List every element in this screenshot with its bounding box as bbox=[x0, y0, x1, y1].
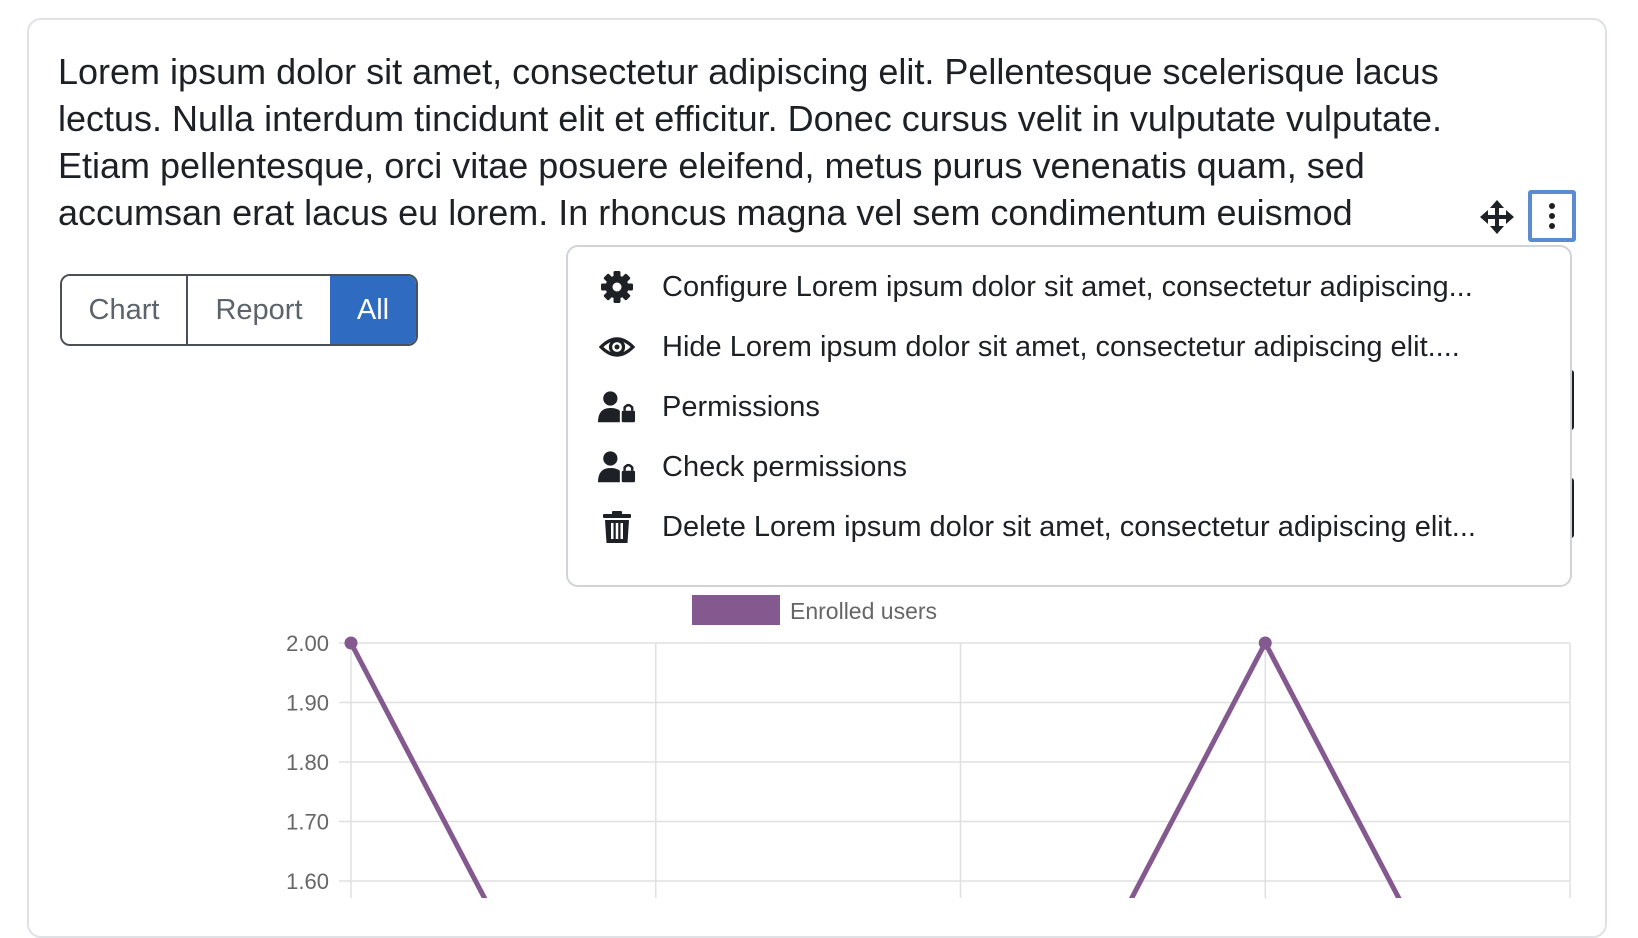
block-actions-menu-button[interactable] bbox=[1528, 190, 1576, 242]
view-toggle-chart[interactable]: Chart bbox=[62, 276, 188, 344]
menu-item-check-permissions[interactable]: Check permissions bbox=[568, 439, 1570, 495]
view-toggle-all[interactable]: All bbox=[330, 276, 416, 344]
block-title: Lorem ipsum dolor sit amet, consectetur … bbox=[58, 51, 1443, 233]
menu-item-permissions[interactable]: Permissions bbox=[568, 379, 1570, 435]
menu-item-label: Permissions bbox=[662, 390, 820, 423]
trash-icon bbox=[598, 508, 636, 546]
block-actions-dropdown: Configure Lorem ipsum dolor sit amet, co… bbox=[566, 245, 1572, 587]
view-toggle-report[interactable]: Report bbox=[188, 276, 330, 344]
user-lock-icon bbox=[598, 448, 636, 486]
move-arrows-icon[interactable] bbox=[1480, 200, 1514, 234]
gear-icon bbox=[598, 268, 636, 306]
menu-item-label: Configure Lorem ipsum dolor sit amet, co… bbox=[662, 270, 1473, 303]
eye-icon bbox=[598, 328, 636, 366]
user-lock-icon bbox=[598, 388, 636, 426]
menu-item-label: Check permissions bbox=[662, 450, 907, 483]
menu-item-label: Hide Lorem ipsum dolor sit amet, consect… bbox=[662, 330, 1460, 363]
menu-item-label: Delete Lorem ipsum dolor sit amet, conse… bbox=[662, 510, 1476, 543]
menu-item-hide[interactable]: Hide Lorem ipsum dolor sit amet, consect… bbox=[568, 319, 1570, 375]
kebab-vertical-icon bbox=[1549, 203, 1555, 229]
view-toggle-group: Chart Report All bbox=[60, 274, 418, 346]
menu-item-configure[interactable]: Configure Lorem ipsum dolor sit amet, co… bbox=[568, 259, 1570, 315]
menu-item-delete[interactable]: Delete Lorem ipsum dolor sit amet, conse… bbox=[568, 499, 1570, 555]
